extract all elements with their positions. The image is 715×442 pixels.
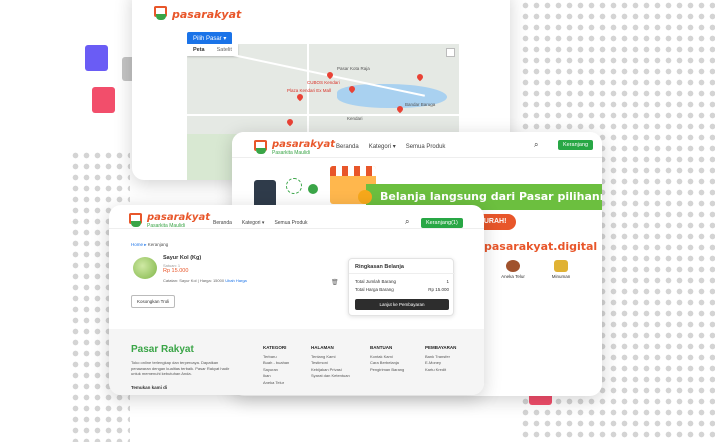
- footer-col-title: KATEGORI: [263, 345, 287, 350]
- nav-beranda[interactable]: Beranda: [336, 144, 359, 150]
- footer-col-kategori: KATEGORI Terbaru Buah - buahan Sayuran I…: [263, 345, 317, 386]
- logo-icon: [129, 212, 143, 229]
- logo-icon: [154, 6, 168, 22]
- brand-sub: Pasarkita Maulidi: [272, 150, 311, 156]
- footer-link[interactable]: Syarat dan Ketentuan: [311, 373, 367, 380]
- brand-logo[interactable]: pasarakyat: [154, 6, 241, 22]
- edit-price-link[interactable]: Ubah Harga: [225, 278, 247, 283]
- hero-title: Belanja langsung dari Pasar pilihanmu: [380, 190, 602, 203]
- deco-circle: [286, 178, 302, 194]
- nav-kategori[interactable]: Kategori ▾: [369, 143, 396, 150]
- hero-url: pasarakyat.digital: [484, 240, 598, 253]
- trash-icon[interactable]: 🗑: [331, 279, 339, 286]
- order-summary: Ringkasan Belanja Total Jumlah Barang 1 …: [348, 258, 455, 316]
- breadcrumb-home[interactable]: Home: [131, 242, 143, 247]
- cart-page-card: pasarakyat Pasarkita Maulidi Beranda Kat…: [109, 205, 484, 395]
- brand-name: pasarakyat: [172, 7, 242, 21]
- summary-label: Total Jumlah Barang: [355, 279, 397, 284]
- cart-item: Sayur Kol (Kg) Satuan: 1 Rp 15.000 Catat…: [131, 255, 341, 289]
- map-road: [187, 114, 459, 116]
- map-pin-icon[interactable]: [415, 72, 425, 82]
- footer-col-title: HALAMAN: [311, 345, 334, 350]
- purple-square: [85, 45, 108, 71]
- footer-col-halaman: HALAMAN Tentang Kami Testimoni Kebijakan…: [311, 345, 367, 380]
- nav-beranda[interactable]: Beranda: [213, 220, 232, 226]
- nav-kategori[interactable]: Kategori ▾: [242, 220, 265, 226]
- logo-icon: [254, 139, 268, 156]
- summary-label: Total Harga Barang: [355, 287, 394, 292]
- footer-col-pembayaran: PEMBAYARAN Bank Transfer E-Money Kartu K…: [425, 345, 479, 373]
- map-label: CUBOS Kendari: [307, 80, 340, 85]
- summary-row: Total Jumlah Barang 1: [355, 279, 449, 284]
- footer-brand: Pasar Rakyat: [131, 344, 194, 355]
- navbar: pasarakyat Pasarkita Maulidi Beranda Kat…: [109, 205, 484, 229]
- product-price: Rp 15.000: [163, 268, 189, 274]
- dollar-icon: [358, 190, 372, 204]
- cart-button[interactable]: Keranjang(1): [421, 218, 463, 228]
- drink-icon: [554, 260, 568, 272]
- map-label: Bandar Baruga: [405, 102, 436, 107]
- brand-sub: Pasarkita Maulidi: [147, 223, 186, 229]
- map-pin-icon[interactable]: [325, 70, 335, 80]
- fullscreen-icon[interactable]: [446, 48, 455, 57]
- product-note: Catatan: Sayur Kol | Harga: 15000: [163, 278, 225, 283]
- brand-name: pasarakyat: [272, 139, 335, 150]
- product-note-row: Catatan: Sayur Kol | Harga: 15000 Ubah H…: [163, 278, 247, 283]
- brand-logo[interactable]: pasarakyat Pasarkita Maulidi: [254, 139, 335, 156]
- summary-value: Rp 15.000: [428, 287, 449, 292]
- category-item[interactable]: Aneka Telur: [498, 260, 528, 279]
- brand-logo[interactable]: pasarakyat Pasarkita Maulidi: [129, 212, 210, 229]
- cart-button[interactable]: Keranjang: [558, 140, 594, 150]
- map-label: Kendari: [347, 116, 363, 121]
- category-label: Aneka Telur: [501, 274, 525, 279]
- footer-link[interactable]: Aneka Telur: [263, 380, 317, 387]
- nav-semua-produk[interactable]: Semua Produk: [274, 220, 307, 226]
- footer-link[interactable]: Pengiriman Barang: [370, 367, 424, 374]
- footer-col-title: PEMBAYARAN: [425, 345, 457, 350]
- brand-name: pasarakyat: [147, 212, 210, 223]
- footer: Pasar Rakyat Toko online terlengkap dan …: [109, 329, 484, 395]
- navbar: pasarakyat Pasarkita Maulidi Beranda Kat…: [232, 132, 602, 158]
- summary-row: Total Harga Barang Rp 15.000: [355, 287, 449, 292]
- product-image: [133, 257, 157, 279]
- summary-title: Ringkasan Belanja: [355, 264, 404, 270]
- footer-link[interactable]: Kartu Kredit: [425, 367, 479, 374]
- checkout-button[interactable]: Lanjut ke Pembayaran: [355, 299, 449, 310]
- summary-value: 1: [446, 279, 449, 284]
- breadcrumb: Home ▸ Keranjang: [131, 242, 169, 247]
- search-icon[interactable]: ⌕: [534, 140, 538, 150]
- map-pin-icon[interactable]: [295, 92, 305, 102]
- map-label: Plaza Kendari Ex Mall: [287, 88, 332, 93]
- category-item[interactable]: Minuman: [546, 260, 576, 279]
- map-label: Pasar Kota Raja: [337, 66, 370, 71]
- nav-semua-produk[interactable]: Semua Produk: [406, 144, 446, 150]
- footer-col-bantuan: BANTUAN Kontak Kami Cara Berbelanja Peng…: [370, 345, 424, 373]
- deco-circle: [308, 184, 318, 194]
- search-icon[interactable]: ⌕: [405, 217, 409, 227]
- breadcrumb-current: Keranjang: [147, 242, 169, 247]
- category-label: Minuman: [551, 274, 571, 279]
- footer-col-title: BANTUAN: [370, 345, 393, 350]
- map-pin-icon[interactable]: [285, 117, 295, 127]
- map-tab-peta[interactable]: Peta: [187, 44, 211, 56]
- clear-cart-button[interactable]: Kosongkan Troli: [131, 295, 176, 308]
- product-name[interactable]: Sayur Kol (Kg): [163, 255, 201, 261]
- footer-find-us: Temukan kami di: [131, 385, 168, 390]
- egg-icon: [506, 260, 520, 272]
- footer-description: Toko online terlengkap dan terpercaya. D…: [131, 360, 230, 376]
- pink-square: [92, 87, 115, 113]
